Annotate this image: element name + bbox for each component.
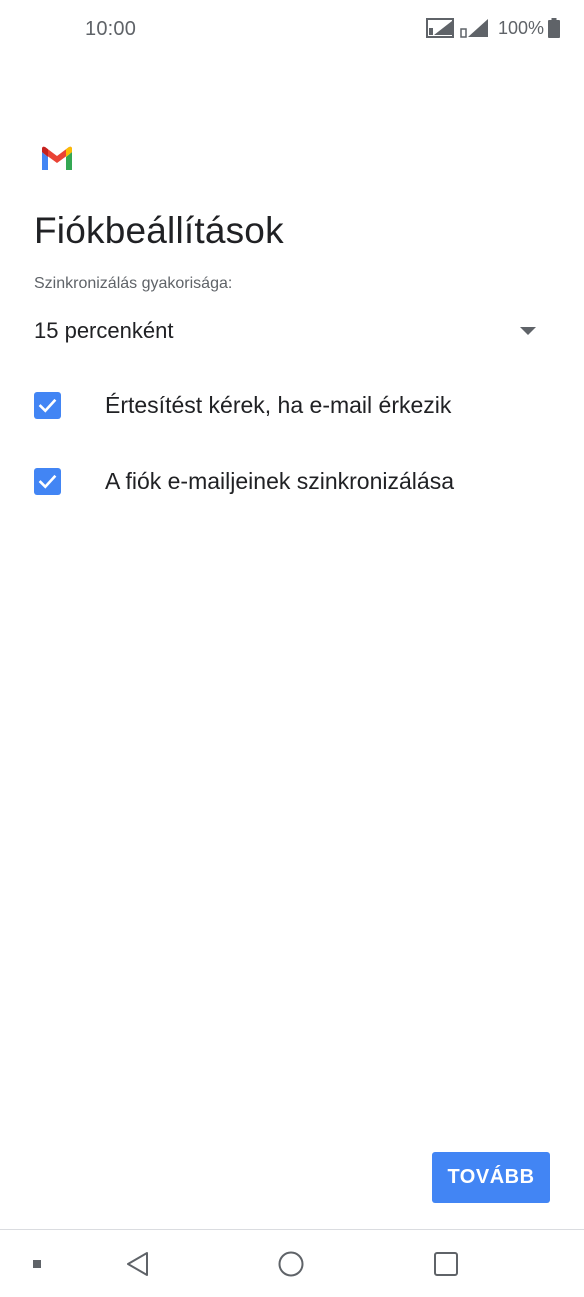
sync-frequency-dropdown[interactable]: 15 percenként xyxy=(34,308,544,354)
sim1-signal-icon xyxy=(425,17,456,39)
sync-frequency-label: Szinkronizálás gyakorisága: xyxy=(34,275,233,292)
status-icons: 100% xyxy=(425,17,560,39)
notify-checkbox[interactable] xyxy=(34,391,61,419)
sync-email-label: A fiók e-mailjeinek szinkronizálása xyxy=(105,467,454,494)
sync-frequency-value: 15 percenként xyxy=(34,318,174,343)
checkmark-icon xyxy=(38,474,57,489)
navigation-bar xyxy=(0,1230,584,1297)
menu-dot-icon[interactable] xyxy=(22,1230,52,1297)
back-icon[interactable] xyxy=(118,1230,158,1297)
status-time: 10:00 xyxy=(85,18,137,40)
next-button[interactable]: TOVÁBB xyxy=(432,1152,550,1203)
status-bar: 10:00 100% xyxy=(0,0,584,58)
battery-icon xyxy=(548,18,560,38)
gmail-logo-icon xyxy=(40,146,74,172)
notify-label: Értesítést kérek, ha e-mail érkezik xyxy=(105,391,452,418)
sync-email-option[interactable]: A fiók e-mailjeinek szinkronizálása xyxy=(34,459,554,503)
page-title: Fiókbeállítások xyxy=(34,210,284,251)
home-icon[interactable] xyxy=(271,1230,311,1297)
notify-option[interactable]: Értesítést kérek, ha e-mail érkezik xyxy=(34,383,554,427)
sync-email-checkbox[interactable] xyxy=(34,467,61,495)
dropdown-arrow-icon xyxy=(520,327,536,335)
recent-apps-icon[interactable] xyxy=(426,1230,466,1297)
sim2-signal-icon xyxy=(460,17,490,39)
screen: 10:00 100% Fiókbeállítások Szinkronizálá… xyxy=(0,0,584,1297)
battery-percent: 100% xyxy=(497,17,544,38)
checkmark-icon xyxy=(38,398,57,413)
